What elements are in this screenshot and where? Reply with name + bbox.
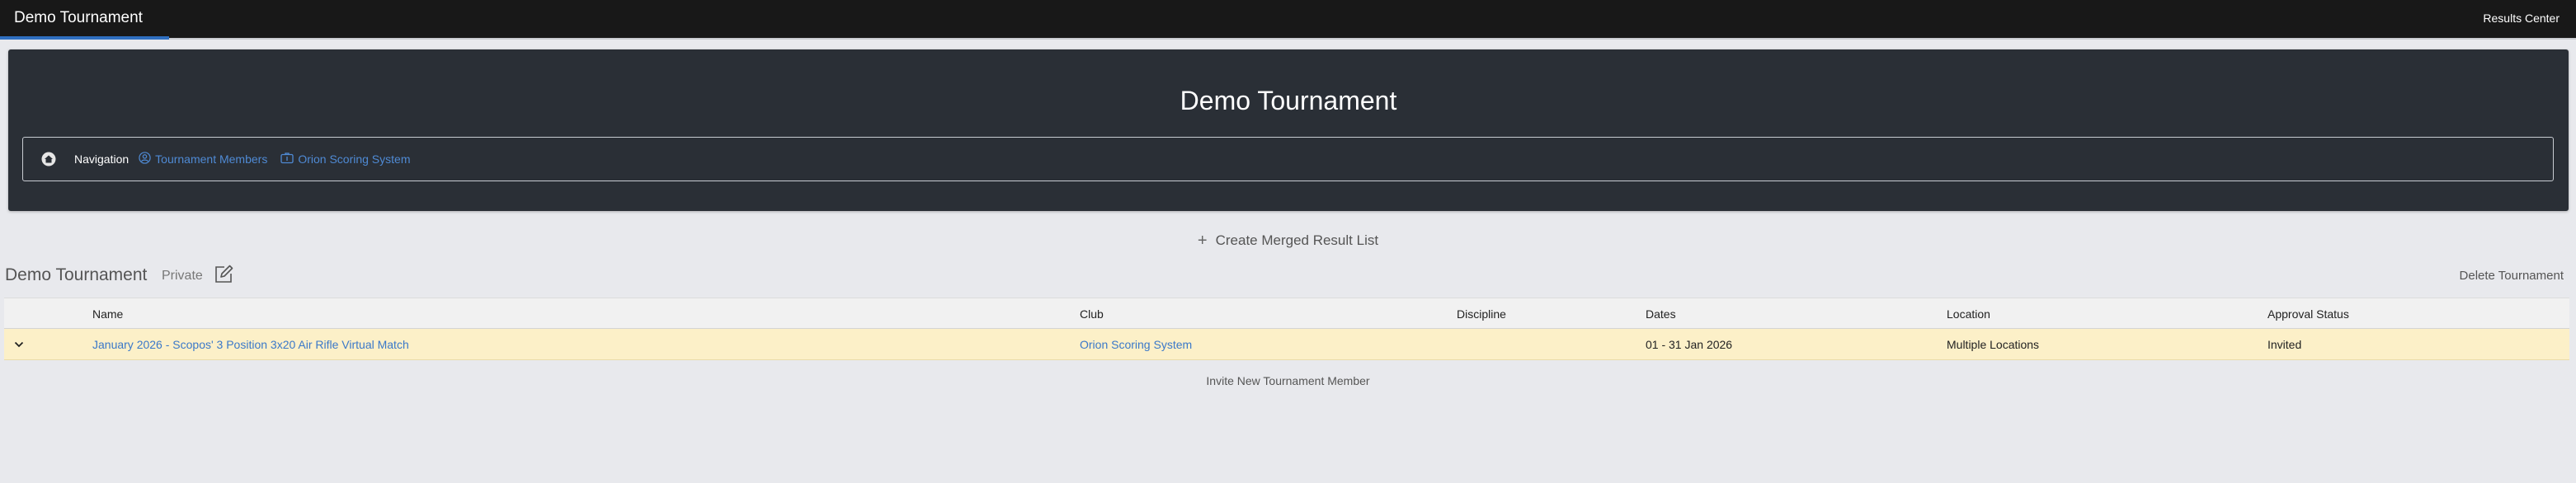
nav-link-label: Tournament Members	[155, 152, 268, 166]
navigation-bar: Navigation Tournament Members Orion Scor…	[22, 137, 2554, 181]
match-name-link[interactable]: January 2026 - Scopos' 3 Position 3x20 A…	[92, 329, 409, 360]
table-header: Name Club Discipline Dates Location Appr…	[4, 298, 2569, 329]
approval-status-cell: Invited	[2268, 338, 2302, 351]
create-merged-result-list-button[interactable]: + Create Merged Result List	[1198, 231, 1378, 251]
active-tab-indicator	[0, 36, 169, 40]
navigation-label: Navigation	[74, 152, 130, 166]
tournament-header-panel: Demo Tournament Navigation Tournament Me…	[8, 49, 2569, 211]
column-header-dates[interactable]: Dates	[1646, 298, 1676, 330]
tournament-name: Demo Tournament	[5, 265, 148, 284]
nav-link-orion-scoring-system[interactable]: Orion Scoring System	[280, 152, 411, 166]
plus-icon: +	[1197, 232, 1208, 250]
page-title: Demo Tournament	[1180, 86, 1397, 115]
chevron-down-icon[interactable]	[11, 329, 27, 360]
invite-new-member-button[interactable]: Invite New Tournament Member	[1206, 374, 1369, 387]
navbar-divider	[169, 38, 2576, 40]
location-cell: Multiple Locations	[1947, 338, 2040, 351]
tournament-members-table: Name Club Discipline Dates Location Appr…	[4, 298, 2569, 360]
top-navbar: Demo Tournament Results Center	[0, 0, 2576, 38]
app-title[interactable]: Demo Tournament	[14, 0, 143, 36]
nav-link-tournament-members[interactable]: Tournament Members	[139, 152, 267, 166]
edit-icon[interactable]	[213, 264, 234, 285]
results-center-link[interactable]: Results Center	[2483, 0, 2560, 36]
club-link[interactable]: Orion Scoring System	[1080, 329, 1192, 360]
dates-cell: 01 - 31 Jan 2026	[1646, 338, 1733, 351]
nav-link-label: Orion Scoring System	[298, 152, 411, 166]
column-header-discipline[interactable]: Discipline	[1457, 298, 1506, 330]
create-merged-label: Create Merged Result List	[1215, 232, 1379, 248]
invite-section: Invite New Tournament Member	[0, 373, 2576, 389]
column-header-location[interactable]: Location	[1947, 298, 1990, 330]
table-row[interactable]: January 2026 - Scopos' 3 Position 3x20 A…	[4, 329, 2569, 360]
column-header-name[interactable]: Name	[92, 298, 123, 330]
home-icon[interactable]	[40, 150, 58, 168]
create-merged-section: + Create Merged Result List	[0, 231, 2576, 251]
visibility-badge: Private	[162, 269, 203, 283]
column-header-approval-status[interactable]: Approval Status	[2268, 298, 2349, 330]
id-card-icon	[280, 152, 298, 166]
delete-tournament-button[interactable]: Delete Tournament	[2460, 267, 2564, 285]
user-circle-icon	[139, 152, 155, 166]
column-header-club[interactable]: Club	[1080, 298, 1104, 330]
